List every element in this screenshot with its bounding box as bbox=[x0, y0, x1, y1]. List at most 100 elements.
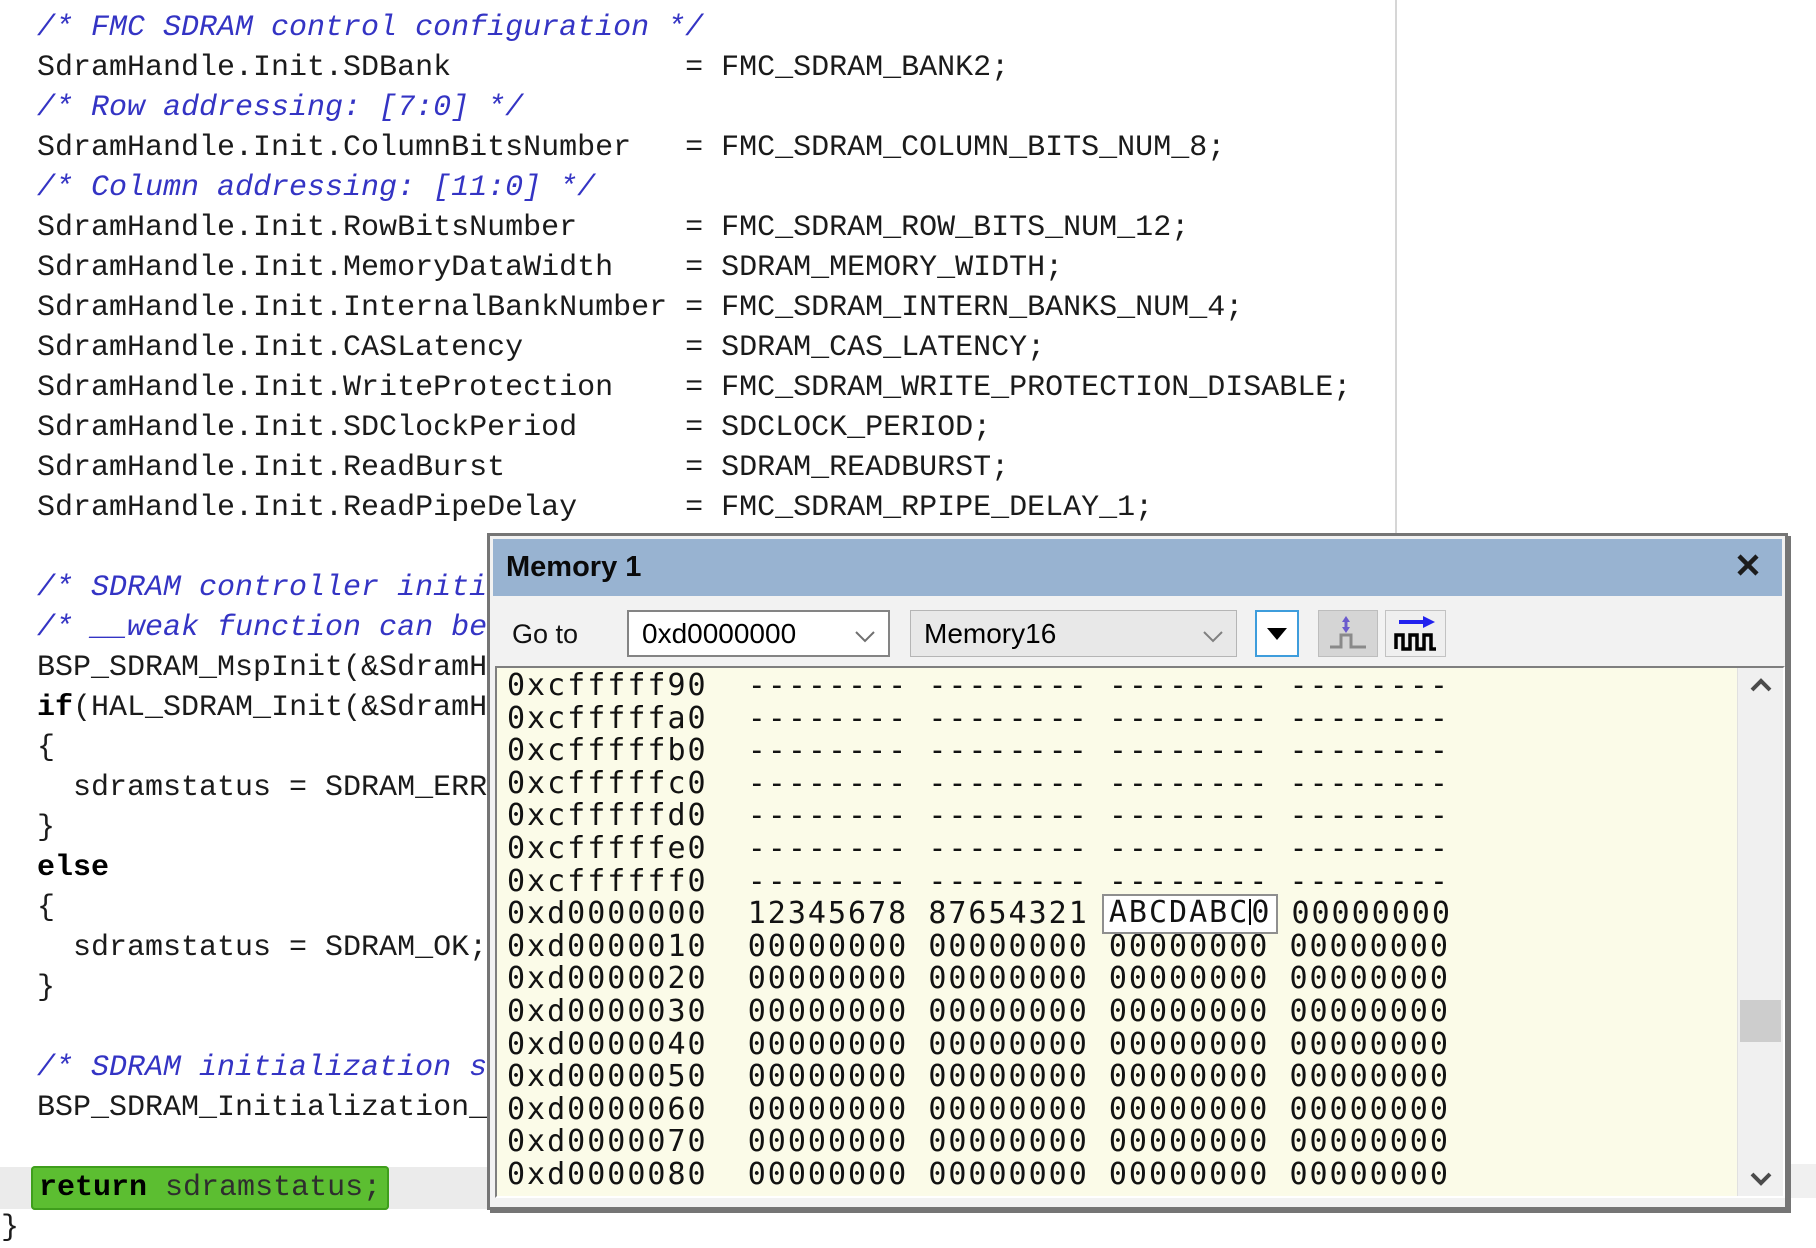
code-line[interactable]: SdramHandle.Init.ReadBurst = SDRAM_READB… bbox=[1, 448, 1816, 488]
memory-value[interactable]: 00000000 bbox=[748, 1027, 909, 1062]
memory-value[interactable]: 00000000 bbox=[748, 929, 909, 964]
memory-value[interactable]: 00000000 bbox=[928, 1157, 1089, 1192]
memory-rows[interactable]: 0xcfffff90 -------- -------- -------- --… bbox=[497, 668, 1737, 1196]
memory-value[interactable]: -------- bbox=[1109, 701, 1270, 736]
memory-row[interactable]: 0xd0000040 00000000 00000000 00000000 00… bbox=[507, 1029, 1737, 1062]
address-combobox[interactable]: 0xd0000000 bbox=[627, 610, 890, 657]
memory-value[interactable]: 00000000 bbox=[1109, 1157, 1270, 1192]
memory-value[interactable]: -------- bbox=[1289, 864, 1450, 899]
memory-row[interactable]: 0xcfffffa0 -------- -------- -------- --… bbox=[507, 703, 1737, 736]
memory-row[interactable]: 0xcfffffe0 -------- -------- -------- --… bbox=[507, 833, 1737, 866]
memory-value[interactable]: 00000000 bbox=[748, 1124, 909, 1159]
history-dropdown-button[interactable] bbox=[1255, 610, 1299, 657]
code-line[interactable]: SdramHandle.Init.RowBitsNumber = FMC_SDR… bbox=[1, 208, 1816, 248]
memory-value[interactable]: -------- bbox=[748, 798, 909, 833]
memory-row[interactable]: 0xd0000000 12345678 87654321 ABCDABC0 00… bbox=[507, 898, 1737, 931]
memory-titlebar[interactable]: Memory 1 bbox=[493, 539, 1782, 596]
memory-value[interactable]: 00000000 bbox=[1109, 929, 1270, 964]
code-line[interactable]: } bbox=[1, 1208, 1816, 1248]
memory-value[interactable]: 00000000 bbox=[1291, 896, 1452, 931]
memory-table[interactable]: 0xcfffff90 -------- -------- -------- --… bbox=[495, 666, 1785, 1198]
memory-value[interactable]: 00000000 bbox=[1289, 961, 1450, 996]
memory-value[interactable]: 00000000 bbox=[1109, 961, 1270, 996]
memory-value[interactable]: 00000000 bbox=[928, 961, 1089, 996]
code-line[interactable]: SdramHandle.Init.SDClockPeriod = SDCLOCK… bbox=[1, 408, 1816, 448]
code-line[interactable]: SdramHandle.Init.CASLatency = SDRAM_CAS_… bbox=[1, 328, 1816, 368]
trigger-pulse-button[interactable] bbox=[1318, 610, 1378, 657]
memory-value[interactable]: 00000000 bbox=[1289, 1027, 1450, 1062]
memory-value[interactable]: 00000000 bbox=[1109, 994, 1270, 1029]
logic-wave-button[interactable] bbox=[1385, 610, 1446, 657]
memory-row[interactable]: 0xcfffffd0 -------- -------- -------- --… bbox=[507, 800, 1737, 833]
scrollbar-thumb[interactable] bbox=[1740, 1000, 1781, 1042]
memory-value[interactable]: -------- bbox=[1289, 831, 1450, 866]
memory-value[interactable]: 00000000 bbox=[1109, 1059, 1270, 1094]
memory-value[interactable]: -------- bbox=[1109, 766, 1270, 801]
code-line[interactable]: SdramHandle.Init.MemoryDataWidth = SDRAM… bbox=[1, 248, 1816, 288]
code-line[interactable]: SdramHandle.Init.ColumnBitsNumber = FMC_… bbox=[1, 128, 1816, 168]
memory-row[interactable]: 0xcfffffb0 -------- -------- -------- --… bbox=[507, 735, 1737, 768]
memory-value[interactable]: -------- bbox=[748, 831, 909, 866]
code-line[interactable]: /* Row addressing: [7:0] */ bbox=[1, 88, 1816, 128]
memory-value[interactable]: -------- bbox=[1289, 733, 1450, 768]
memory-row[interactable]: 0xd0000060 00000000 00000000 00000000 00… bbox=[507, 1094, 1737, 1127]
memory-row[interactable]: 0xcfffff90 -------- -------- -------- --… bbox=[507, 670, 1737, 703]
memory-value[interactable]: 00000000 bbox=[1289, 1157, 1450, 1192]
memory-value[interactable]: 00000000 bbox=[1289, 1092, 1450, 1127]
scroll-up-button[interactable] bbox=[1738, 668, 1783, 702]
memory-row[interactable]: 0xd0000050 00000000 00000000 00000000 00… bbox=[507, 1061, 1737, 1094]
memory-value[interactable]: -------- bbox=[1289, 798, 1450, 833]
memory-value[interactable]: 00000000 bbox=[1109, 1092, 1270, 1127]
memory-value[interactable]: -------- bbox=[748, 864, 909, 899]
memory-value[interactable]: -------- bbox=[1109, 798, 1270, 833]
memory-value[interactable]: -------- bbox=[928, 733, 1089, 768]
memory-value[interactable]: 00000000 bbox=[748, 961, 909, 996]
memory-value[interactable]: -------- bbox=[1109, 733, 1270, 768]
memory-value[interactable]: 12345678 bbox=[748, 896, 909, 931]
memory-value[interactable]: -------- bbox=[748, 733, 909, 768]
memory-value[interactable]: 00000000 bbox=[748, 1092, 909, 1127]
memory-value[interactable]: 00000000 bbox=[1289, 1124, 1450, 1159]
memory-value[interactable]: -------- bbox=[748, 766, 909, 801]
memory-row[interactable]: 0xd0000080 00000000 00000000 00000000 00… bbox=[507, 1159, 1737, 1192]
memory-value[interactable]: 87654321 bbox=[928, 896, 1089, 931]
memory-value[interactable]: -------- bbox=[1289, 701, 1450, 736]
memory-value[interactable]: -------- bbox=[928, 668, 1089, 703]
memory-value[interactable]: -------- bbox=[928, 701, 1089, 736]
memory-value[interactable]: 00000000 bbox=[748, 1059, 909, 1094]
memory-row[interactable]: 0xd0000030 00000000 00000000 00000000 00… bbox=[507, 996, 1737, 1029]
memory-value[interactable]: 00000000 bbox=[1109, 1124, 1270, 1159]
close-button[interactable] bbox=[1729, 546, 1767, 584]
memory-value[interactable]: 00000000 bbox=[1289, 929, 1450, 964]
memory-value[interactable]: 00000000 bbox=[748, 994, 909, 1029]
code-line[interactable]: /* Column addressing: [11:0] */ bbox=[1, 168, 1816, 208]
memory-value[interactable]: 00000000 bbox=[748, 1157, 909, 1192]
memory-scrollbar[interactable] bbox=[1737, 668, 1783, 1196]
memory-value[interactable]: 00000000 bbox=[1289, 994, 1450, 1029]
code-line[interactable]: SdramHandle.Init.ReadPipeDelay = FMC_SDR… bbox=[1, 488, 1816, 528]
memory-value[interactable]: -------- bbox=[928, 766, 1089, 801]
memory-value[interactable]: -------- bbox=[1109, 831, 1270, 866]
memory-row[interactable]: 0xd0000070 00000000 00000000 00000000 00… bbox=[507, 1126, 1737, 1159]
memory-value[interactable]: 00000000 bbox=[1289, 1059, 1450, 1094]
memory-value[interactable]: -------- bbox=[928, 831, 1089, 866]
memory-type-combobox[interactable]: Memory16 bbox=[910, 610, 1237, 657]
memory-value[interactable]: -------- bbox=[748, 701, 909, 736]
memory-value[interactable]: -------- bbox=[1109, 668, 1270, 703]
memory-value[interactable]: 00000000 bbox=[1109, 1027, 1270, 1062]
memory-value[interactable]: -------- bbox=[748, 668, 909, 703]
memory-value[interactable]: 00000000 bbox=[928, 994, 1089, 1029]
memory-edit-field[interactable]: ABCDABC0 bbox=[1102, 894, 1279, 934]
memory-value[interactable]: -------- bbox=[928, 798, 1089, 833]
memory-value[interactable]: 00000000 bbox=[928, 1124, 1089, 1159]
memory-value[interactable]: 00000000 bbox=[928, 1027, 1089, 1062]
memory-row[interactable]: 0xcfffffc0 -------- -------- -------- --… bbox=[507, 768, 1737, 801]
memory-value[interactable]: -------- bbox=[1289, 668, 1450, 703]
memory-value[interactable]: 00000000 bbox=[928, 1092, 1089, 1127]
code-line[interactable]: /* FMC SDRAM control configuration */ bbox=[1, 8, 1816, 48]
memory-value[interactable]: -------- bbox=[928, 864, 1089, 899]
code-line[interactable]: SdramHandle.Init.SDBank = FMC_SDRAM_BANK… bbox=[1, 48, 1816, 88]
memory-value[interactable]: 00000000 bbox=[928, 1059, 1089, 1094]
code-line[interactable]: SdramHandle.Init.WriteProtection = FMC_S… bbox=[1, 368, 1816, 408]
scroll-down-button[interactable] bbox=[1738, 1162, 1783, 1196]
